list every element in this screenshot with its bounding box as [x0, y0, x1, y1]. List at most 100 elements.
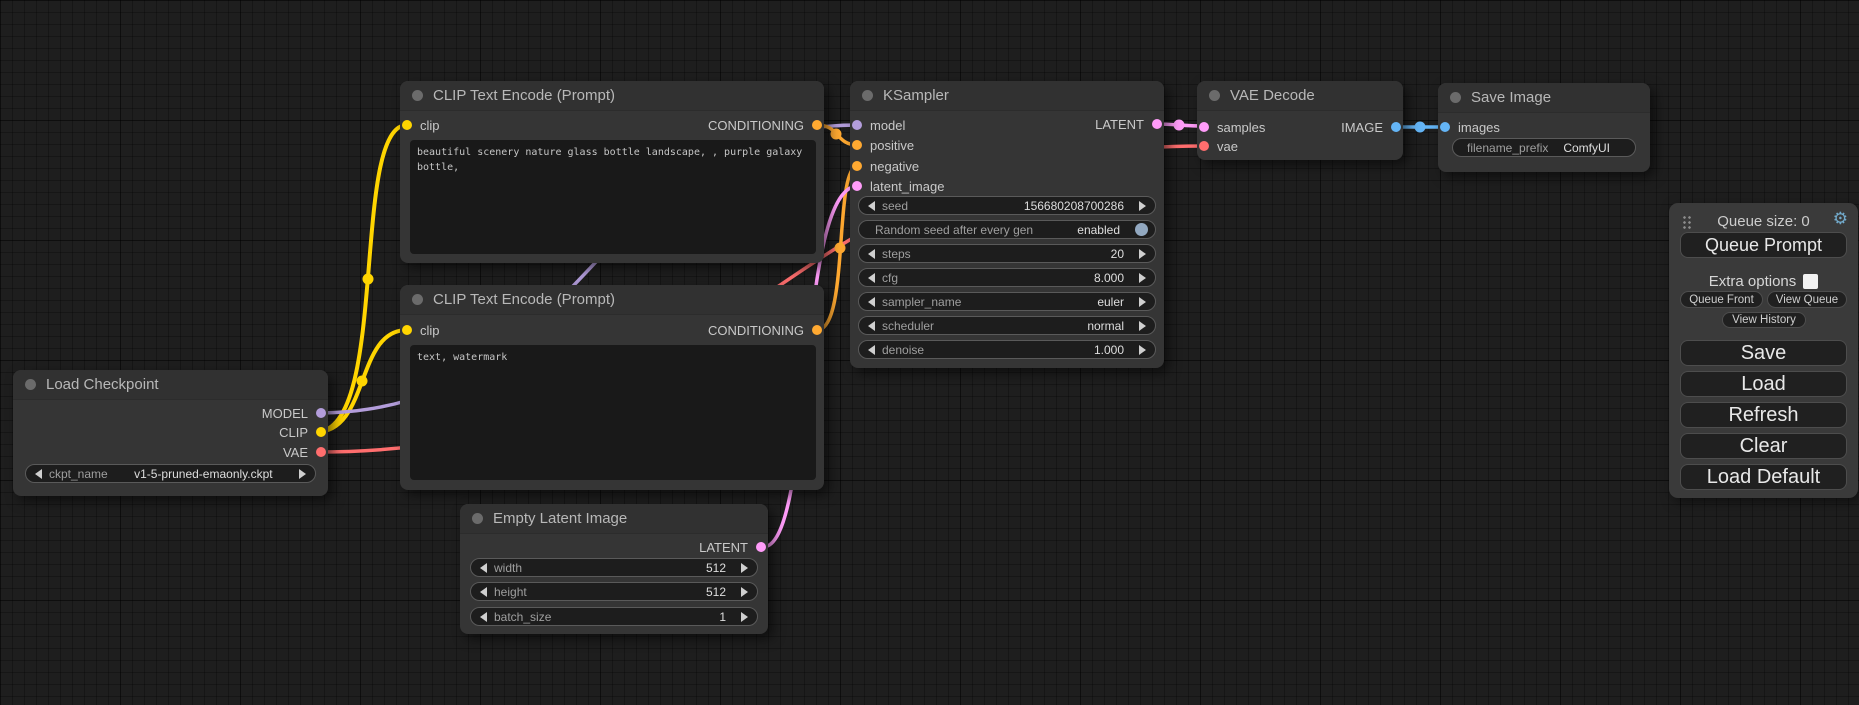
node-ksampler[interactable]: KSampler model positive negative latent_… — [850, 81, 1164, 368]
input-slot-negative[interactable]: negative — [852, 158, 919, 174]
decrement-arrow-icon[interactable] — [480, 587, 487, 597]
node-empty-latent-image[interactable]: Empty Latent Image LATENT width 512 heig… — [460, 504, 768, 634]
node-title-bar[interactable]: CLIP Text Encode (Prompt) — [400, 285, 824, 315]
image-slot-dot[interactable] — [1440, 122, 1450, 132]
queue-prompt-button[interactable]: Queue Prompt — [1680, 232, 1847, 258]
height-widget[interactable]: height 512 — [470, 582, 758, 601]
collapse-dot-icon[interactable] — [1450, 92, 1461, 103]
decrement-arrow-icon[interactable] — [480, 612, 487, 622]
node-title-bar[interactable]: Empty Latent Image — [460, 504, 768, 534]
collapse-dot-icon[interactable] — [1209, 90, 1220, 101]
increment-arrow-icon[interactable] — [741, 563, 748, 573]
output-slot-vae[interactable]: VAE — [283, 444, 326, 460]
output-slot-conditioning[interactable]: CONDITIONING — [708, 322, 822, 338]
latent-slot-dot[interactable] — [1199, 122, 1209, 132]
decrement-arrow-icon[interactable] — [868, 273, 875, 283]
queue-front-button[interactable]: Queue Front — [1680, 291, 1763, 308]
view-queue-button[interactable]: View Queue — [1767, 291, 1847, 308]
toggle-enabled-icon[interactable] — [1135, 223, 1148, 236]
batch-size-widget[interactable]: batch_size 1 — [470, 607, 758, 626]
steps-widget[interactable]: steps 20 — [858, 244, 1156, 263]
extra-options-checkbox[interactable] — [1803, 274, 1818, 289]
conditioning-slot-dot[interactable] — [852, 140, 862, 150]
decrement-arrow-icon[interactable] — [868, 345, 875, 355]
decrement-arrow-icon[interactable] — [868, 201, 875, 211]
node-graph-canvas[interactable]: Load Checkpoint MODEL CLIP VAE ckpt_name… — [0, 0, 1859, 705]
input-slot-vae[interactable]: vae — [1199, 138, 1238, 154]
increment-arrow-icon[interactable] — [1139, 297, 1146, 307]
increment-arrow-icon[interactable] — [741, 612, 748, 622]
output-slot-model[interactable]: MODEL — [262, 405, 326, 421]
vae-slot-dot[interactable] — [1199, 141, 1209, 151]
node-clip-text-encode-negative[interactable]: CLIP Text Encode (Prompt) clip CONDITION… — [400, 285, 824, 490]
increment-arrow-icon[interactable] — [1139, 201, 1146, 211]
random-seed-widget[interactable]: Random seed after every gen enabled — [858, 220, 1156, 239]
prompt-textarea[interactable]: beautiful scenery nature glass bottle la… — [410, 140, 816, 254]
increment-arrow-icon[interactable] — [1139, 321, 1146, 331]
increment-arrow-icon[interactable] — [1139, 273, 1146, 283]
input-slot-clip[interactable]: clip — [402, 322, 440, 338]
load-button[interactable]: Load — [1680, 371, 1847, 397]
scheduler-widget[interactable]: scheduler normal — [858, 316, 1156, 335]
cfg-widget[interactable]: cfg 8.000 — [858, 268, 1156, 287]
output-slot-latent[interactable]: LATENT — [1095, 116, 1162, 132]
collapse-dot-icon[interactable] — [412, 90, 423, 101]
clip-slot-dot[interactable] — [402, 120, 412, 130]
node-vae-decode[interactable]: VAE Decode samples vae IMAGE — [1197, 81, 1403, 160]
decrement-arrow-icon[interactable] — [35, 469, 42, 479]
node-clip-text-encode-positive[interactable]: CLIP Text Encode (Prompt) clip CONDITION… — [400, 81, 824, 263]
conditioning-slot-dot[interactable] — [812, 120, 822, 130]
latent-slot-dot[interactable] — [1152, 119, 1162, 129]
clear-button[interactable]: Clear — [1680, 433, 1847, 459]
output-slot-latent[interactable]: LATENT — [699, 539, 766, 555]
node-title-bar[interactable]: VAE Decode — [1197, 81, 1403, 111]
node-title-bar[interactable]: CLIP Text Encode (Prompt) — [400, 81, 824, 111]
width-widget[interactable]: width 512 — [470, 558, 758, 577]
increment-arrow-icon[interactable] — [299, 469, 306, 479]
conditioning-slot-dot[interactable] — [852, 161, 862, 171]
increment-arrow-icon[interactable] — [1139, 249, 1146, 259]
output-slot-clip[interactable]: CLIP — [279, 424, 326, 440]
input-slot-model[interactable]: model — [852, 117, 905, 133]
conditioning-slot-dot[interactable] — [812, 325, 822, 335]
collapse-dot-icon[interactable] — [472, 513, 483, 524]
decrement-arrow-icon[interactable] — [868, 321, 875, 331]
decrement-arrow-icon[interactable] — [480, 563, 487, 573]
collapse-dot-icon[interactable] — [862, 90, 873, 101]
save-button[interactable]: Save — [1680, 340, 1847, 366]
prompt-textarea[interactable]: text, watermark — [410, 345, 816, 480]
collapse-dot-icon[interactable] — [412, 294, 423, 305]
increment-arrow-icon[interactable] — [1139, 345, 1146, 355]
decrement-arrow-icon[interactable] — [868, 249, 875, 259]
input-slot-images[interactable]: images — [1440, 119, 1500, 135]
load-default-button[interactable]: Load Default — [1680, 464, 1847, 490]
latent-slot-dot[interactable] — [756, 542, 766, 552]
node-title-bar[interactable]: KSampler — [850, 81, 1164, 111]
node-title-bar[interactable]: Save Image — [1438, 83, 1650, 113]
refresh-button[interactable]: Refresh — [1680, 402, 1847, 428]
image-slot-dot[interactable] — [1391, 122, 1401, 132]
denoise-widget[interactable]: denoise 1.000 — [858, 340, 1156, 359]
increment-arrow-icon[interactable] — [741, 587, 748, 597]
view-history-button[interactable]: View History — [1722, 312, 1806, 328]
collapse-dot-icon[interactable] — [25, 379, 36, 390]
sampler-name-widget[interactable]: sampler_name euler — [858, 292, 1156, 311]
output-slot-image[interactable]: IMAGE — [1341, 119, 1401, 135]
input-slot-latent-image[interactable]: latent_image — [852, 178, 944, 194]
clip-slot-dot[interactable] — [402, 325, 412, 335]
latent-slot-dot[interactable] — [852, 181, 862, 191]
node-load-checkpoint[interactable]: Load Checkpoint MODEL CLIP VAE ckpt_name… — [13, 370, 328, 496]
output-slot-conditioning[interactable]: CONDITIONING — [708, 117, 822, 133]
filename-prefix-widget[interactable]: filename_prefix ComfyUI — [1452, 138, 1636, 157]
input-slot-samples[interactable]: samples — [1199, 119, 1265, 135]
gear-icon[interactable]: ⚙ — [1833, 209, 1848, 229]
input-slot-positive[interactable]: positive — [852, 137, 914, 153]
seed-widget[interactable]: seed 156680208700286 — [858, 196, 1156, 215]
input-slot-clip[interactable]: clip — [402, 117, 440, 133]
node-title-bar[interactable]: Load Checkpoint — [13, 370, 328, 400]
node-save-image[interactable]: Save Image images filename_prefix ComfyU… — [1438, 83, 1650, 172]
ckpt-name-widget[interactable]: ckpt_name v1-5-pruned-emaonly.ckpt — [25, 464, 316, 483]
decrement-arrow-icon[interactable] — [868, 297, 875, 307]
clip-slot-dot[interactable] — [316, 427, 326, 437]
model-slot-dot[interactable] — [852, 120, 862, 130]
